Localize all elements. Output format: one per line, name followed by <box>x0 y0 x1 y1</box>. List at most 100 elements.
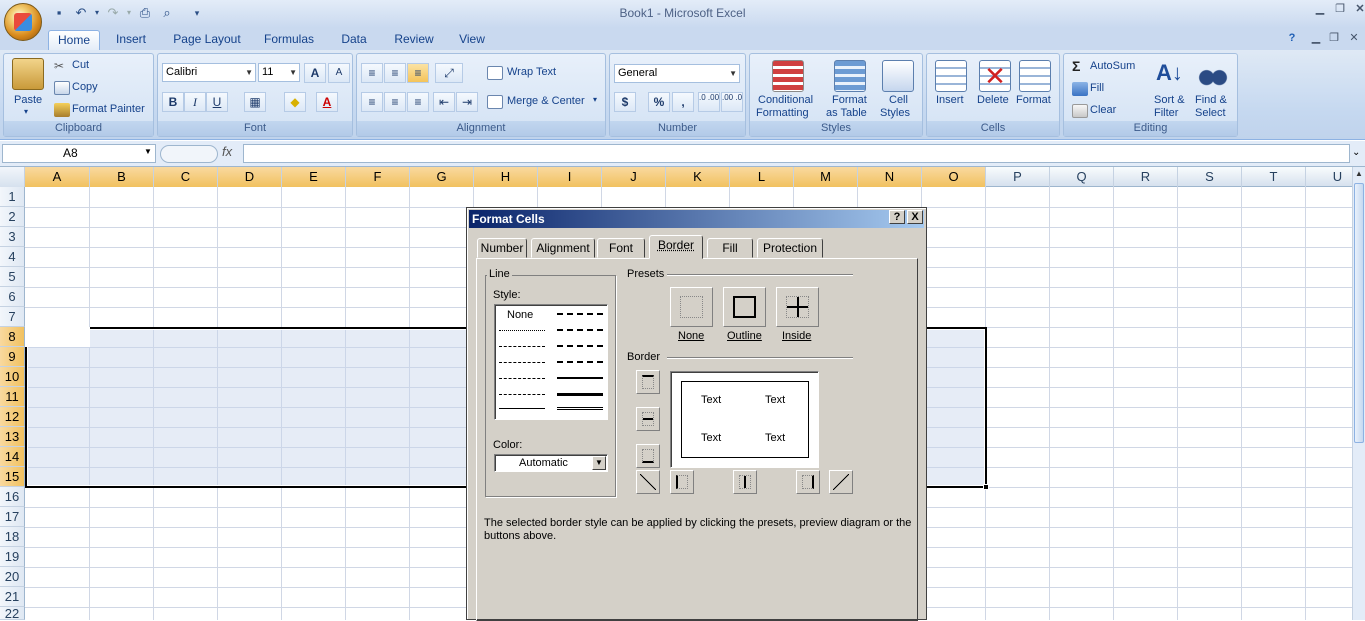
row-header[interactable]: 19 <box>0 547 25 567</box>
row-header[interactable]: 9 <box>0 347 25 367</box>
clear-button[interactable]: Clear <box>1090 104 1116 116</box>
dialog-help-button[interactable]: ? <box>889 210 905 224</box>
dialog-close-button[interactable]: X <box>907 210 923 224</box>
row-header[interactable]: 11 <box>0 387 25 407</box>
insert-function-button[interactable]: fx <box>222 144 232 159</box>
active-cell[interactable] <box>25 327 90 347</box>
paste-dropdown-icon[interactable]: ▾ <box>24 107 28 116</box>
col-header-i[interactable]: I <box>538 167 602 187</box>
border-diagonal-up-button[interactable] <box>636 470 660 494</box>
cut-button[interactable]: Cut <box>72 59 89 71</box>
scroll-thumb[interactable] <box>1354 183 1364 443</box>
row-header[interactable]: 20 <box>0 567 25 587</box>
color-dropdown[interactable]: Automatic ▼ <box>494 454 608 472</box>
row-header[interactable]: 15 <box>0 467 25 487</box>
row-header[interactable]: 5 <box>0 267 25 287</box>
find-select-button-line2[interactable]: Select <box>1195 107 1226 119</box>
sort-filter-button-line2[interactable]: Filter <box>1154 107 1178 119</box>
paste-button[interactable]: Paste <box>14 94 42 106</box>
tab-data[interactable]: Data <box>334 30 374 50</box>
line-style-option[interactable] <box>499 362 545 363</box>
comma-button[interactable]: , <box>672 92 694 112</box>
preset-inside-button[interactable] <box>776 287 819 327</box>
center-button[interactable]: ≡ <box>384 92 406 112</box>
paste-icon[interactable] <box>12 58 44 90</box>
col-header-c[interactable]: C <box>154 167 218 187</box>
line-style-list[interactable]: None <box>494 304 608 420</box>
tab-formulas[interactable]: Formulas <box>258 30 320 50</box>
line-style-option[interactable] <box>557 329 603 331</box>
col-header-d[interactable]: D <box>218 167 282 187</box>
tab-font[interactable]: Font <box>597 238 645 258</box>
find-select-button[interactable]: Find & <box>1195 94 1227 106</box>
col-header-h[interactable]: H <box>474 167 538 187</box>
font-size-combo[interactable]: 11 ▼ <box>258 63 300 82</box>
row-header[interactable]: 1 <box>0 187 25 207</box>
font-size-dropdown-icon[interactable]: ▼ <box>289 64 297 81</box>
border-preview[interactable]: Text Text Text Text <box>670 371 819 468</box>
preset-none-button[interactable] <box>670 287 713 327</box>
row-header[interactable]: 8 <box>0 327 25 347</box>
wb-close-icon[interactable]: ✕ <box>1344 31 1364 45</box>
row-header[interactable]: 10 <box>0 367 25 387</box>
row-header[interactable]: 6 <box>0 287 25 307</box>
formula-input[interactable] <box>243 144 1350 163</box>
col-header-k[interactable]: K <box>666 167 730 187</box>
italic-button[interactable]: I <box>184 92 206 112</box>
format-as-table-button[interactable]: Format <box>832 94 867 106</box>
col-header-m[interactable]: M <box>794 167 858 187</box>
percent-button[interactable]: % <box>648 92 670 112</box>
preset-outline-button[interactable] <box>723 287 766 327</box>
col-header-g[interactable]: G <box>410 167 474 187</box>
select-all-button[interactable] <box>0 167 25 187</box>
col-header-t[interactable]: T <box>1242 167 1306 187</box>
grow-font-button[interactable]: A <box>304 63 326 83</box>
name-box-dropdown-icon[interactable]: ▼ <box>144 147 152 156</box>
border-middle-button[interactable] <box>636 407 660 431</box>
row-header[interactable]: 22 <box>0 607 25 620</box>
line-style-option[interactable] <box>499 378 545 379</box>
line-style-option[interactable] <box>557 361 603 363</box>
merge-dropdown-icon[interactable]: ▾ <box>593 95 597 104</box>
tab-home[interactable]: Home <box>48 30 100 50</box>
border-right-button[interactable] <box>796 470 820 494</box>
border-top-button[interactable] <box>636 370 660 394</box>
row-header[interactable]: 7 <box>0 307 25 327</box>
col-header-j[interactable]: J <box>602 167 666 187</box>
line-style-option[interactable] <box>557 345 603 347</box>
border-diagonal-down-button[interactable] <box>829 470 853 494</box>
sort-filter-button[interactable]: Sort & <box>1154 94 1185 106</box>
expand-formula-icon[interactable]: ⌄ <box>1352 147 1360 158</box>
col-header-q[interactable]: Q <box>1050 167 1114 187</box>
row-header[interactable]: 18 <box>0 527 25 547</box>
tab-page-layout[interactable]: Page Layout <box>168 30 246 50</box>
cell-styles-button-line2[interactable]: Styles <box>880 107 910 119</box>
wrap-text-button[interactable]: Wrap Text <box>507 66 556 78</box>
format-cells-button[interactable]: Format <box>1016 94 1051 106</box>
conditional-formatting-button[interactable]: Conditional <box>758 94 813 106</box>
col-header-o[interactable]: O <box>922 167 986 187</box>
decrease-decimal-button[interactable]: .00 .0 <box>721 92 743 112</box>
currency-button[interactable]: $ <box>614 92 636 112</box>
autosum-button[interactable]: AutoSum <box>1090 60 1135 72</box>
number-format-dropdown-icon[interactable]: ▼ <box>729 65 737 82</box>
row-header[interactable]: 21 <box>0 587 25 607</box>
minimize-icon[interactable]: ▁ <box>1310 2 1330 16</box>
borders-button[interactable]: ▦ <box>244 92 266 112</box>
scroll-up-icon[interactable]: ▲ <box>1354 169 1364 181</box>
tab-fill[interactable]: Fill <box>707 238 753 258</box>
tab-number[interactable]: Number <box>477 238 527 258</box>
top-align-button[interactable]: ≡ <box>361 63 383 83</box>
vertical-scrollbar[interactable]: ▲ <box>1352 167 1365 620</box>
font-name-combo[interactable]: Calibri ▼ <box>162 63 256 82</box>
line-style-option[interactable] <box>499 394 545 395</box>
line-style-option[interactable] <box>557 393 603 396</box>
fill-handle[interactable] <box>983 484 989 490</box>
tab-review[interactable]: Review <box>388 30 440 50</box>
orientation-button[interactable]: ⤢ <box>435 63 463 83</box>
line-style-option[interactable] <box>499 330 545 331</box>
row-header[interactable]: 4 <box>0 247 25 267</box>
cell-styles-button[interactable]: Cell <box>889 94 908 106</box>
restore-icon[interactable]: ❐ <box>1330 2 1350 16</box>
formula-resize-handle[interactable] <box>160 145 218 163</box>
